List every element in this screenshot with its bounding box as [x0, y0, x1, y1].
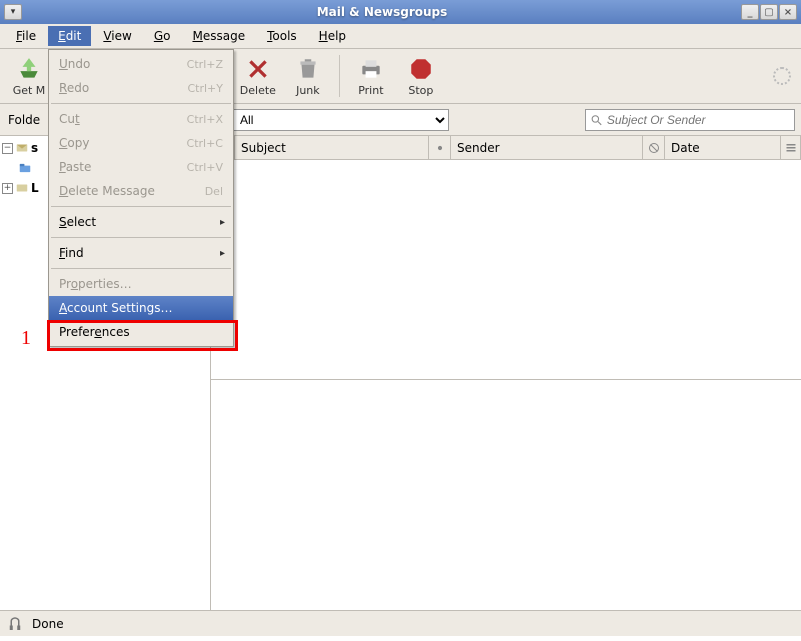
close-button[interactable]: ×	[779, 4, 797, 20]
menu-separator	[51, 103, 231, 104]
menu-select[interactable]: Select▸	[49, 210, 233, 234]
stop-label: Stop	[408, 84, 433, 97]
annotation-number: 1	[21, 327, 31, 350]
column-picker[interactable]	[781, 136, 801, 159]
folders-header-label: Folde	[6, 113, 54, 127]
menu-help[interactable]: Help	[309, 26, 356, 46]
menu-account-settings[interactable]: Account Settings…	[49, 296, 233, 320]
offline-icon[interactable]	[6, 615, 24, 633]
message-column-headers: Subject Sender Date	[211, 136, 801, 160]
search-input[interactable]	[607, 113, 790, 127]
stop-button[interactable]: Stop	[398, 51, 444, 101]
junk-button[interactable]: Junk	[285, 51, 331, 101]
get-mail-icon	[16, 56, 42, 82]
menu-delete-message[interactable]: Delete MessageDel	[49, 179, 233, 203]
minimize-button[interactable]: _	[741, 4, 759, 20]
menu-separator	[51, 268, 231, 269]
menu-separator	[51, 206, 231, 207]
system-menu-button[interactable]: ▾	[4, 4, 22, 20]
expand-icon[interactable]: +	[2, 183, 13, 194]
get-messages-button[interactable]: Get M	[6, 51, 52, 101]
menu-tools[interactable]: Tools	[257, 26, 307, 46]
menu-file[interactable]: FFileile	[6, 26, 46, 46]
menu-find[interactable]: Find▸	[49, 241, 233, 265]
submenu-arrow-icon: ▸	[220, 217, 225, 228]
sender-column[interactable]: Sender	[451, 136, 643, 159]
close-icon: ×	[784, 7, 792, 18]
folder-icon	[18, 161, 32, 175]
collapse-icon[interactable]: −	[2, 143, 13, 154]
menu-edit[interactable]: Edit	[48, 26, 91, 46]
delete-icon	[245, 56, 271, 82]
junk-icon	[295, 56, 321, 82]
account-name: L	[31, 181, 39, 195]
delete-label: Delete	[240, 84, 276, 97]
menubar: FFileile Edit View Go Message Tools Help	[0, 24, 801, 49]
menu-redo[interactable]: RedoCtrl+Y	[49, 76, 233, 100]
account-name: s	[31, 141, 38, 155]
maximize-button[interactable]: ▢	[760, 4, 778, 20]
window-title: Mail & Newsgroups	[23, 5, 741, 19]
menu-paste[interactable]: PasteCtrl+V	[49, 155, 233, 179]
chevron-down-icon: ▾	[11, 7, 16, 17]
junk-column[interactable]	[643, 136, 665, 159]
junk-label: Junk	[296, 84, 320, 97]
menu-go[interactable]: Go	[144, 26, 181, 46]
window-titlebar: ▾ Mail & Newsgroups _ ▢ ×	[0, 0, 801, 24]
menu-view[interactable]: View	[93, 26, 141, 46]
status-text: Done	[32, 617, 64, 631]
search-box[interactable]	[585, 109, 795, 131]
print-label: Print	[358, 84, 383, 97]
menu-cut[interactable]: CutCtrl+X	[49, 107, 233, 131]
minimize-icon: _	[748, 7, 753, 18]
message-list-pane[interactable]	[211, 160, 801, 380]
menu-properties[interactable]: Properties…	[49, 272, 233, 296]
message-preview-pane	[211, 380, 801, 610]
menu-preferences[interactable]: Preferences	[49, 320, 233, 344]
status-bar: Done	[0, 610, 801, 636]
mail-account-icon	[15, 141, 29, 155]
stop-icon	[408, 56, 434, 82]
view-filter-select[interactable]: All	[231, 109, 449, 131]
menu-undo[interactable]: UndoCtrl+Z	[49, 52, 233, 76]
menu-copy[interactable]: CopyCtrl+C	[49, 131, 233, 155]
delete-button[interactable]: Delete	[235, 51, 281, 101]
menu-separator	[51, 237, 231, 238]
search-icon	[590, 113, 603, 127]
column-picker-icon	[785, 142, 797, 154]
menu-message[interactable]: Message	[182, 26, 255, 46]
subject-column[interactable]: Subject	[235, 136, 429, 159]
print-button[interactable]: Print	[348, 51, 394, 101]
submenu-arrow-icon: ▸	[220, 248, 225, 259]
read-column[interactable]	[429, 136, 451, 159]
edit-menu-dropdown: UndoCtrl+Z RedoCtrl+Y CutCtrl+X CopyCtrl…	[48, 49, 234, 347]
activity-throbber-icon	[773, 67, 791, 85]
date-column[interactable]: Date	[665, 136, 781, 159]
local-folders-icon	[15, 181, 29, 195]
dot-icon	[435, 143, 445, 153]
print-icon	[358, 56, 384, 82]
junk-status-icon	[648, 142, 660, 154]
get-messages-label: Get M	[13, 84, 46, 97]
toolbar-separator	[339, 55, 340, 97]
maximize-icon: ▢	[764, 7, 773, 18]
